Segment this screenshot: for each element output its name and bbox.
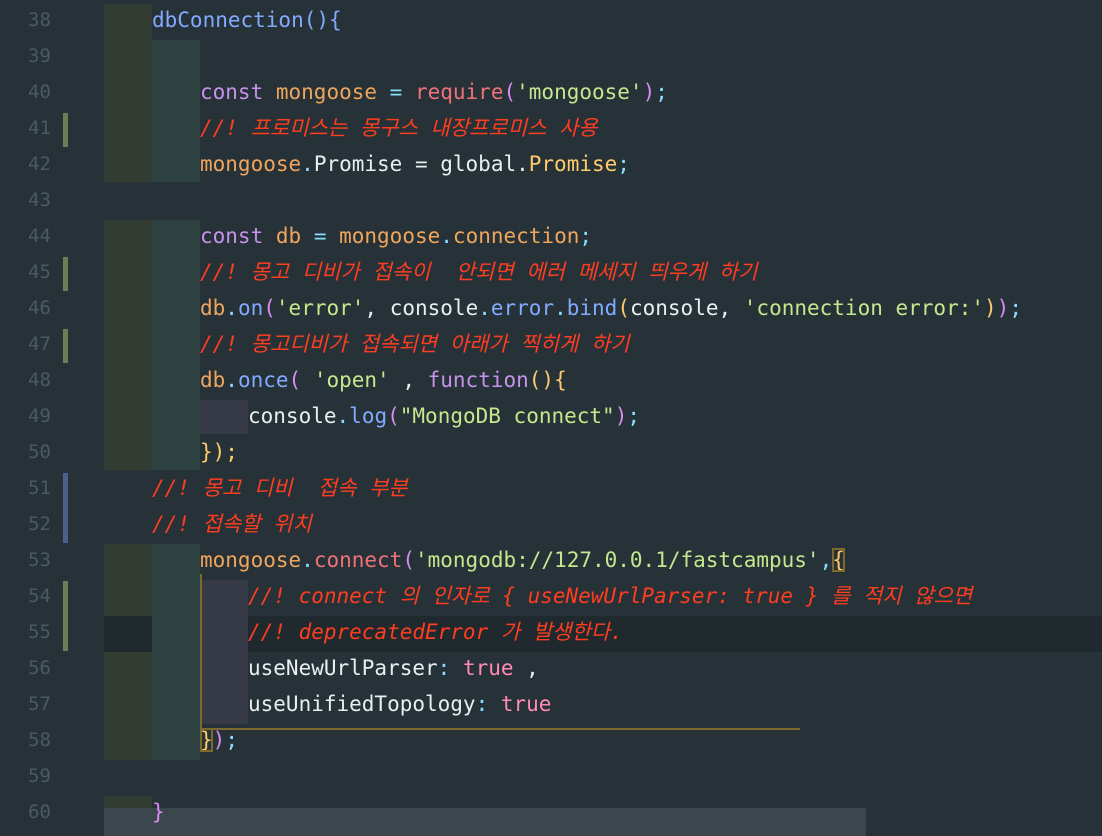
line-number: 50 — [28, 441, 51, 463]
token: 'error' — [275, 296, 365, 320]
line-number: 60 — [28, 801, 51, 823]
code-line-49: console.log("MongoDB connect"); — [248, 404, 641, 428]
token: console, — [629, 296, 744, 320]
code-line-57: useUnifiedTopology: true — [248, 692, 552, 716]
token: 'mongodb://127.0.0.1/fastcampus' — [414, 548, 820, 572]
token: useUnifiedTopology — [248, 692, 476, 716]
line-number: 55 — [28, 621, 51, 643]
token: Promise — [528, 152, 618, 176]
token: console — [248, 404, 337, 428]
line-number: 47 — [28, 333, 51, 355]
line-number: 59 — [28, 765, 51, 787]
git-modified-marker — [63, 329, 68, 363]
selection-bar — [104, 808, 866, 836]
token: Promise — [313, 152, 403, 176]
code-line-50: }); — [200, 434, 238, 470]
token: function — [427, 368, 529, 392]
line-number: 39 — [28, 45, 51, 67]
code-line-51: //! 몽고 디비 접속 부분 — [152, 476, 408, 500]
code-line-41: //! 프로미스는 몽구스 내장프로미스 사용 — [200, 116, 598, 140]
code-line-45: //! 몽고 디비가 접속이 안되면 에러 메세지 띄우게 하기 — [200, 260, 758, 284]
line-number: 44 — [28, 225, 51, 247]
token: connection — [452, 224, 580, 248]
code-line-48: db.once( 'open' , function(){ — [200, 368, 567, 392]
code-line-58: }); — [200, 728, 238, 752]
line-number: 45 — [28, 261, 51, 283]
line-number: 51 — [28, 477, 51, 499]
line-number: 41 — [28, 117, 51, 139]
token: true — [462, 656, 514, 680]
token: on — [237, 296, 264, 320]
token: true — [500, 692, 552, 716]
indent-guide — [104, 652, 152, 760]
line-number: 57 — [28, 693, 51, 715]
line-number: 38 — [28, 9, 51, 31]
line-number: 54 — [28, 585, 51, 607]
git-modified-marker — [63, 113, 68, 147]
indent-guide — [152, 40, 200, 182]
code-line-56: useNewUrlParser: true , — [248, 656, 539, 680]
line-number: 56 — [28, 657, 51, 679]
line-number: 52 — [28, 513, 51, 535]
line-number: 49 — [28, 405, 51, 427]
token: }); — [200, 440, 238, 464]
git-modified-marker — [63, 581, 68, 651]
code-editor[interactable]: 38 39 40 41 42 43 44 45 46 47 48 49 50 5… — [0, 0, 1102, 836]
code-line-38: dbConnection(){ — [152, 2, 342, 38]
line-number: 46 — [28, 297, 51, 319]
line-number: 53 — [28, 549, 51, 571]
code-line-60: } — [152, 794, 165, 830]
token: "MongoDB connect" — [399, 404, 615, 428]
token: connect — [313, 548, 403, 572]
token: dbConnection(){ — [152, 8, 342, 32]
token: 'mongoose' — [516, 80, 643, 104]
token: once — [237, 368, 289, 392]
line-number-gutter: 38 39 40 41 42 43 44 45 46 47 48 49 50 5… — [0, 0, 104, 836]
token: , console — [364, 296, 479, 320]
git-modified-marker — [63, 257, 68, 291]
line-number: 40 — [28, 81, 51, 103]
indent-guide — [200, 400, 248, 434]
token: } — [152, 800, 165, 824]
token: mongoose — [200, 152, 302, 176]
line-number: 42 — [28, 153, 51, 175]
line-number: 48 — [28, 369, 51, 391]
code-line-46: db.on('error', console.error.bind(consol… — [200, 296, 1022, 320]
token: const — [200, 80, 264, 104]
code-line-42: mongoose.Promise = global.Promise; — [200, 152, 630, 176]
code-line-44: const db = mongoose.connection; — [200, 224, 593, 248]
token: useNewUrlParser — [248, 656, 438, 680]
token: require — [414, 80, 504, 104]
indent-guide — [104, 4, 152, 182]
token: log — [349, 404, 388, 428]
code-line-40: const mongoose = require('mongoose'); — [200, 80, 668, 104]
token: db — [275, 224, 302, 248]
token: error — [490, 296, 555, 320]
token: mongoose — [275, 80, 378, 104]
token: 'open' — [313, 368, 390, 392]
code-line-55: //! deprecatedError 가 발생한다. — [248, 620, 623, 644]
indent-guide — [104, 544, 152, 616]
code-line-53: mongoose.connect('mongodb://127.0.0.1/fa… — [200, 548, 845, 572]
token: , — [389, 368, 428, 392]
git-added-marker — [63, 473, 68, 543]
token: const — [200, 224, 264, 248]
token: db — [200, 368, 226, 392]
indent-guide — [152, 220, 200, 470]
token: = global. — [402, 152, 529, 176]
token: 'connection error:' — [743, 296, 984, 320]
token: = — [377, 80, 415, 104]
code-line-54: //! connect 의 인자로 { useNewUrlParser: tru… — [248, 584, 973, 608]
token: bind — [566, 296, 618, 320]
code-line-47: //! 몽고디비가 접속되면 아래가 찍히게 하기 — [200, 332, 630, 356]
code-line-52: //! 접속할 위치 — [152, 512, 312, 536]
token: db — [200, 296, 226, 320]
indent-guide — [104, 220, 152, 470]
token: mongoose — [200, 548, 302, 572]
token: mongoose — [339, 224, 441, 248]
indent-guide — [152, 544, 200, 760]
line-number: 43 — [28, 189, 51, 211]
line-number: 58 — [28, 729, 51, 751]
